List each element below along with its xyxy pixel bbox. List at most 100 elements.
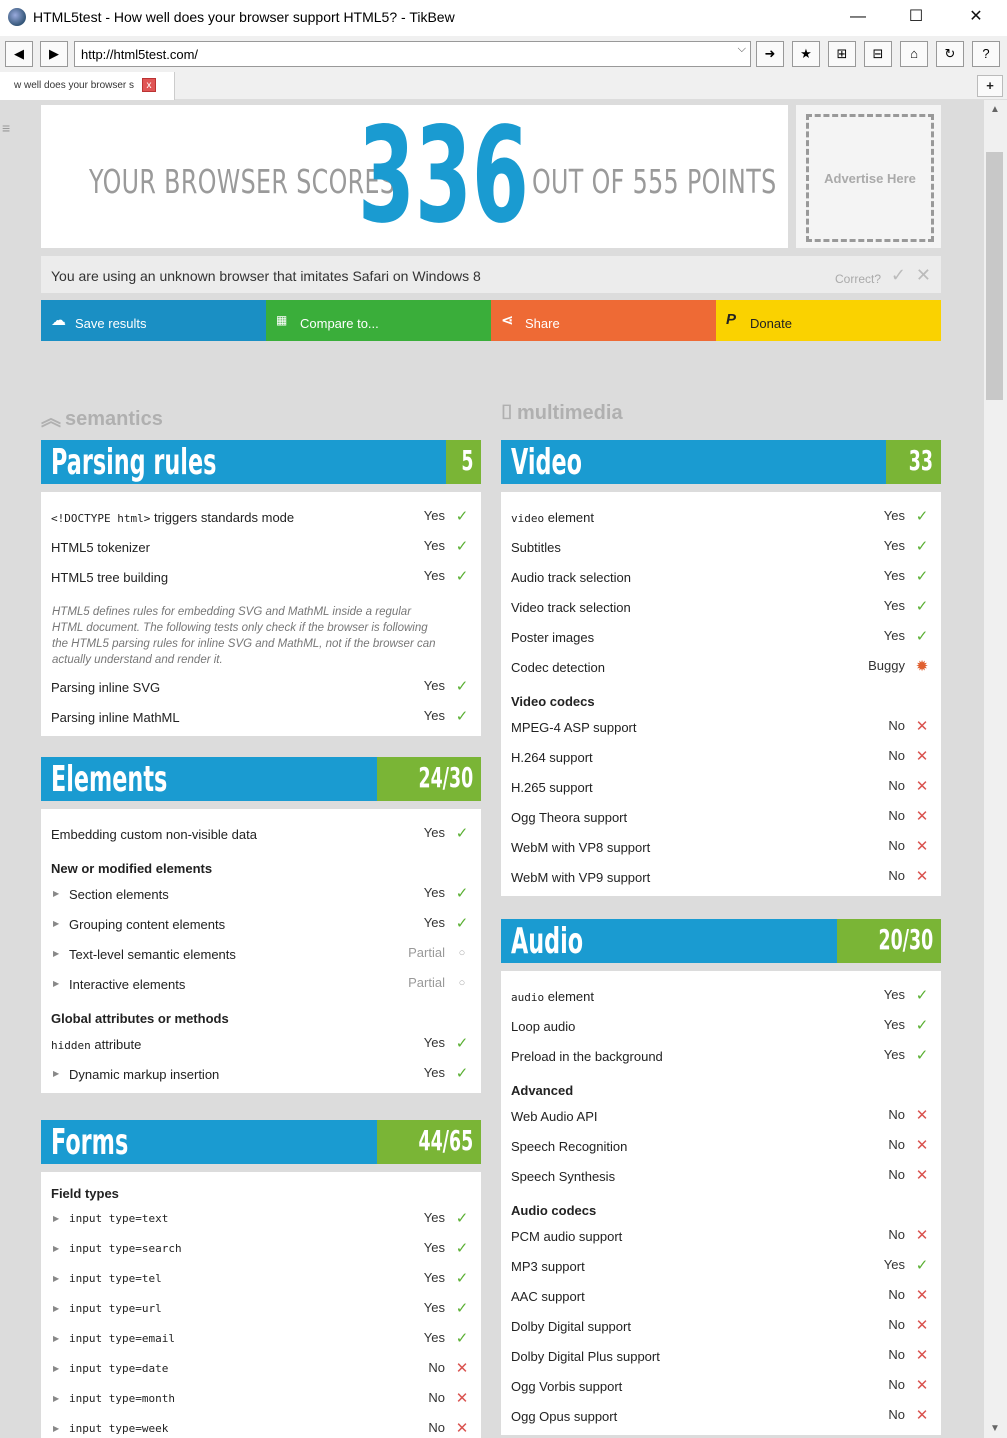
test-row-expandable[interactable]: ▶ Dynamic markup insertion Yes ✓ [41, 1057, 481, 1087]
section-header[interactable]: Video 33 [501, 440, 941, 484]
donate-button[interactable]: P Donate [716, 300, 941, 341]
test-row[interactable]: WebM with VP8 support No ✕ [501, 830, 941, 860]
test-row[interactable]: Embedding custom non-visible data Yes ✓ [41, 817, 481, 847]
test-row-expandable[interactable]: ▶ input type=search Yes ✓ [41, 1232, 481, 1262]
forward-button[interactable]: ▶ [40, 41, 68, 67]
test-row-expandable[interactable]: ▶ Text-level semantic elements Partial ○ [41, 937, 481, 967]
test-row[interactable]: Ogg Vorbis support No ✕ [501, 1369, 941, 1399]
check-icon: ✓ [455, 915, 469, 932]
section-header[interactable]: Audio 20/30 [501, 919, 941, 963]
row-value: No [888, 1107, 905, 1122]
test-row[interactable]: MP3 support Yes ✓ [501, 1249, 941, 1279]
expand-triangle-icon[interactable]: ▶ [53, 1069, 59, 1078]
test-row[interactable]: Web Audio API No ✕ [501, 1099, 941, 1129]
save-results-button[interactable]: ☁ Save results [41, 300, 266, 341]
minimize-button[interactable]: — [835, 0, 881, 34]
expand-triangle-icon[interactable]: ▶ [53, 1334, 59, 1343]
test-row[interactable]: Ogg Theora support No ✕ [501, 800, 941, 830]
help-button[interactable]: ? [972, 41, 1000, 67]
expand-triangle-icon[interactable]: ▶ [53, 1214, 59, 1223]
section-header[interactable]: Forms 44/65 [41, 1120, 481, 1164]
expand-triangle-icon[interactable]: ▶ [53, 889, 59, 898]
expand-triangle-icon[interactable]: ▶ [53, 919, 59, 928]
test-row[interactable]: audio element Yes ✓ [501, 979, 941, 1009]
test-row[interactable]: AAC support No ✕ [501, 1279, 941, 1309]
test-row[interactable]: H.264 support No ✕ [501, 740, 941, 770]
test-row-expandable[interactable]: ▶ input type=email Yes ✓ [41, 1322, 481, 1352]
test-row-expandable[interactable]: ▶ input type=tel Yes ✓ [41, 1262, 481, 1292]
test-row-expandable[interactable]: ▶ input type=text Yes ✓ [41, 1202, 481, 1232]
test-row-expandable[interactable]: ▶ Grouping content elements Yes ✓ [41, 907, 481, 937]
expand-triangle-icon[interactable]: ▶ [53, 1424, 59, 1433]
new-tab-button[interactable]: + [977, 75, 1003, 97]
test-row[interactable]: MPEG-4 ASP support No ✕ [501, 710, 941, 740]
reload-button[interactable]: ↻ [936, 41, 964, 67]
test-row-expandable[interactable]: ▶ input type=date No ✕ [41, 1352, 481, 1382]
expand-triangle-icon[interactable]: ▶ [53, 1244, 59, 1253]
test-row[interactable]: HTML5 tokenizer Yes ✓ [41, 530, 481, 560]
scroll-down-icon[interactable]: ▼ [990, 1423, 1000, 1434]
test-row[interactable]: Audio track selection Yes ✓ [501, 560, 941, 590]
vertical-scrollbar[interactable]: ▲ ▼ [984, 100, 1007, 1438]
tab-close-icon[interactable]: x [142, 78, 156, 92]
home-button[interactable]: ⌂ [900, 41, 928, 67]
share-button[interactable]: ⋖ Share [491, 300, 716, 341]
expand-triangle-icon[interactable]: ▶ [53, 1364, 59, 1373]
test-row[interactable]: HTML5 tree building Yes ✓ [41, 560, 481, 590]
chevron-down-icon[interactable]: ⌵ [738, 43, 746, 56]
test-row[interactable]: video element Yes ✓ [501, 500, 941, 530]
expand-triangle-icon[interactable]: ▶ [53, 1274, 59, 1283]
back-button[interactable]: ◀ [5, 41, 33, 67]
test-row-expandable[interactable]: ▶ input type=month No ✕ [41, 1382, 481, 1412]
scrollbar-thumb[interactable] [986, 152, 1003, 400]
scroll-up-icon[interactable]: ▲ [990, 104, 1000, 115]
expand-triangle-icon[interactable]: ▶ [53, 979, 59, 988]
test-row-expandable[interactable]: ▶ Section elements Yes ✓ [41, 877, 481, 907]
bookmark-button[interactable]: ★ [792, 41, 820, 67]
test-row[interactable]: Speech Synthesis No ✕ [501, 1159, 941, 1189]
maximize-button[interactable]: ☐ [893, 0, 939, 34]
url-input[interactable] [75, 42, 725, 66]
test-row[interactable]: Ogg Opus support No ✕ [501, 1399, 941, 1429]
section-header[interactable]: Parsing rules 5 [41, 440, 481, 484]
expand-triangle-icon[interactable]: ▶ [53, 949, 59, 958]
test-row-expandable[interactable]: ▶ input type=week No ✕ [41, 1412, 481, 1438]
advertise-box[interactable]: Advertise Here [796, 105, 941, 248]
test-row[interactable]: Video track selection Yes ✓ [501, 590, 941, 620]
test-row[interactable]: PCM audio support No ✕ [501, 1219, 941, 1249]
row-value: Yes [883, 1017, 905, 1032]
zoom-in-button[interactable]: ⊞ [828, 41, 856, 67]
zoom-out-button[interactable]: ⊟ [864, 41, 892, 67]
cross-icon: ✕ [915, 778, 929, 795]
test-row[interactable]: Subtitles Yes ✓ [501, 530, 941, 560]
test-row-expandable[interactable]: ▶ Interactive elements Partial ○ [41, 967, 481, 997]
test-row[interactable]: <!DOCTYPE html> triggers standards mode … [41, 500, 481, 530]
section-header[interactable]: Elements 24/30 [41, 757, 481, 801]
test-row[interactable]: Codec detection Buggy ✹ [501, 650, 941, 680]
close-window-button[interactable]: ✕ [953, 0, 999, 34]
menu-icon[interactable]: ≡ [2, 120, 10, 136]
confirm-check-icon[interactable]: ✓ [891, 265, 906, 286]
test-row[interactable]: H.265 support No ✕ [501, 770, 941, 800]
test-row[interactable]: Speech Recognition No ✕ [501, 1129, 941, 1159]
section-score: 44/65 [376, 1120, 481, 1164]
test-row[interactable]: Dolby Digital Plus support No ✕ [501, 1339, 941, 1369]
test-row[interactable]: Loop audio Yes ✓ [501, 1009, 941, 1039]
test-row[interactable]: hidden attribute Yes ✓ [41, 1027, 481, 1057]
go-button[interactable]: ➜ [756, 41, 784, 67]
tab-html5test[interactable]: w well does your browser s x [0, 72, 175, 100]
address-bar[interactable]: ⌵ [74, 41, 751, 67]
test-row-expandable[interactable]: ▶ input type=url Yes ✓ [41, 1292, 481, 1322]
test-row[interactable]: Preload in the background Yes ✓ [501, 1039, 941, 1069]
cross-icon: ✕ [915, 1137, 929, 1154]
expand-triangle-icon[interactable]: ▶ [53, 1394, 59, 1403]
test-row[interactable]: Parsing inline MathML Yes ✓ [41, 700, 481, 730]
test-row[interactable]: WebM with VP9 support No ✕ [501, 860, 941, 890]
reject-x-icon[interactable]: ✕ [916, 265, 931, 286]
row-label: Dolby Digital Plus support [511, 1349, 660, 1364]
test-row[interactable]: Dolby Digital support No ✕ [501, 1309, 941, 1339]
test-row[interactable]: Parsing inline SVG Yes ✓ [41, 670, 481, 700]
expand-triangle-icon[interactable]: ▶ [53, 1304, 59, 1313]
compare-button[interactable]: ▦ Compare to... [266, 300, 491, 341]
test-row[interactable]: Poster images Yes ✓ [501, 620, 941, 650]
